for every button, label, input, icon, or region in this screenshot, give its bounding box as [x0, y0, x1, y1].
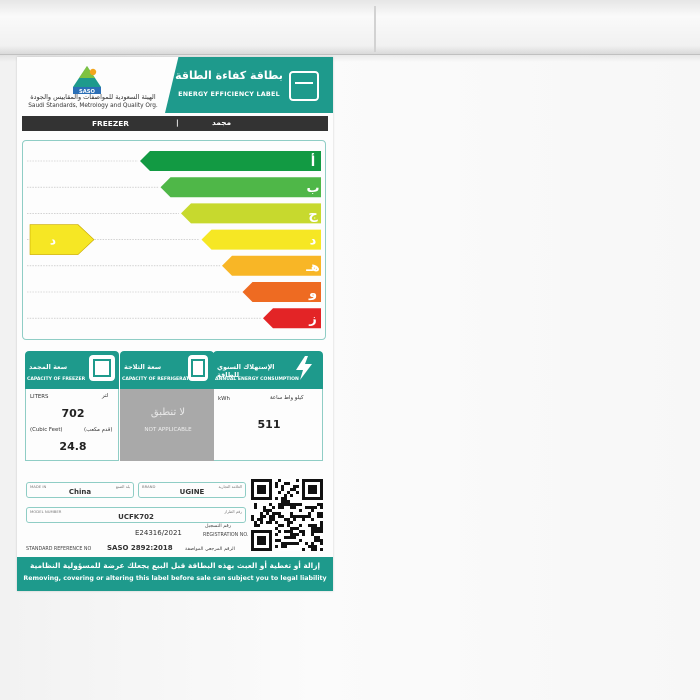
- liters-unit-en: LITERS: [30, 394, 49, 400]
- efficiency-class-bar: [160, 177, 321, 198]
- not-applicable-ar: لا تنطبق: [150, 407, 186, 418]
- model-number-field: MODEL NUMBER رقم الطراز UCFK702: [26, 507, 246, 523]
- liters-value: 702: [61, 407, 85, 420]
- appliance-type-separator: |: [176, 118, 179, 127]
- brand-value: UGINE: [179, 488, 205, 496]
- freezer-capacity-box: سعة المجمد CAPACITY OF FREEZER LITERS لت…: [25, 351, 119, 461]
- energy-unit-ar: كيلو واط ساعة: [270, 395, 304, 401]
- model-number-value: UCFK702: [118, 513, 154, 521]
- org-name-en: Saudi Standards, Metrology and Quality O…: [28, 103, 158, 109]
- efficiency-scale: أ ب ج د هـ و ز د: [22, 140, 326, 340]
- freezer-lid: [0, 0, 700, 55]
- energy-efficiency-label: SASO الهيئة السعودية للمواصفات والمقاييس…: [17, 57, 333, 591]
- liters-unit-ar: لتر: [102, 393, 109, 399]
- label-title-en: ENERGY EFFICIENCY LABEL: [178, 90, 280, 98]
- registration-label-ar: رقم التسجيل: [205, 524, 232, 529]
- efficiency-class-bar: [140, 151, 321, 171]
- cubic-feet-unit-ar: (قدم مكعب): [84, 427, 113, 433]
- standard-reference: SASO 2892:2018: [107, 544, 173, 552]
- efficiency-class-bar: [201, 229, 321, 250]
- cubic-feet-unit-en: (Cubic Feet): [30, 427, 63, 433]
- refrigerator-capacity-header: سعة الثلاجة CAPACITY OF REFRIGERATOR: [120, 351, 214, 389]
- made-in-field: MADE IN بلد الصنع China: [26, 482, 134, 498]
- standard-label-ar: الرقم المرجعي المواصفة: [185, 547, 235, 552]
- refrigerator-capacity-box: سعة الثلاجة CAPACITY OF REFRIGERATOR لا …: [120, 351, 214, 461]
- label-title-ar: بطاقة كفاءة الطاقة: [175, 69, 283, 82]
- refrigerator-icon: [289, 71, 319, 101]
- lightning-icon: [296, 356, 312, 380]
- appliance-type-ar: مجمد: [212, 118, 232, 127]
- made-in-value: China: [68, 488, 92, 496]
- lid-seam: [374, 6, 376, 52]
- freezer-surface: SASO الهيئة السعودية للمواصفات والمقاييس…: [0, 0, 700, 700]
- registration-number: E24316/2021: [135, 529, 182, 537]
- not-applicable-en: NOT APPLICABLE: [144, 427, 192, 433]
- energy-consumption-header: الإستهلاك السنوي للطاقة ANNUAL ENERGY CO…: [213, 351, 323, 389]
- refrigerator-title-ar: سعة الثلاجة: [124, 363, 162, 371]
- appliance-type-en: FREEZER: [92, 119, 129, 128]
- brand-field: BRAND العلامة التجارية UGINE: [138, 482, 246, 498]
- energy-consumption-box: الإستهلاك السنوي للطاقة ANNUAL ENERGY CO…: [213, 351, 323, 461]
- efficiency-class-letter: أ: [311, 153, 315, 170]
- energy-value: 511: [257, 418, 281, 431]
- energy-consumption-body: kWh كيلو واط ساعة 511: [213, 389, 323, 461]
- efficiency-class-letter: هـ: [305, 260, 319, 275]
- freezer-capacity-header: سعة المجمد CAPACITY OF FREEZER: [25, 351, 119, 389]
- efficiency-class-bar: [181, 203, 321, 224]
- energy-unit-en: kWh: [218, 396, 230, 402]
- legal-warning-banner: إزالة أو تغطية أو العبث بهذه البطاقة قبل…: [17, 557, 333, 591]
- refrigerator-capacity-body: لا تنطبق NOT APPLICABLE: [120, 389, 214, 461]
- standard-label-en: STANDARD REFERENCE NO: [26, 547, 92, 552]
- efficiency-scale-graphic: أبجدهـوزد: [27, 151, 321, 329]
- legal-warning-ar: إزالة أو تغطية أو العبث بهذه البطاقة قبل…: [29, 561, 320, 570]
- efficiency-class-letter: د: [310, 234, 317, 249]
- qr-code: [251, 479, 323, 551]
- freezer-capacity-body: LITERS لتر 702 (Cubic Feet) (قدم مكعب) 2…: [25, 389, 119, 461]
- rated-class-indicator: [29, 224, 95, 255]
- registration-label-en: REGISTRATION NO.: [203, 533, 249, 538]
- freezer-title-ar: سعة المجمد: [29, 363, 68, 371]
- appliance-type-bar: FREEZER | مجمد: [22, 116, 328, 131]
- cubic-feet-value: 24.8: [59, 440, 87, 453]
- efficiency-class-letter: ج: [308, 207, 318, 222]
- efficiency-class-letter: ب: [306, 181, 319, 196]
- org-name-ar: الهيئة السعودية للمواصفات والمقاييس والج…: [30, 93, 156, 101]
- milk-carton-icon: [188, 355, 208, 381]
- efficiency-class-letter: و: [308, 286, 317, 301]
- label-header: SASO الهيئة السعودية للمواصفات والمقاييس…: [17, 57, 333, 113]
- snowflake-icon: [89, 355, 115, 381]
- efficiency-class-letter: ز: [308, 312, 316, 327]
- rated-class-letter: د: [50, 234, 56, 248]
- legal-warning-en: Removing, covering or altering this labe…: [23, 575, 327, 582]
